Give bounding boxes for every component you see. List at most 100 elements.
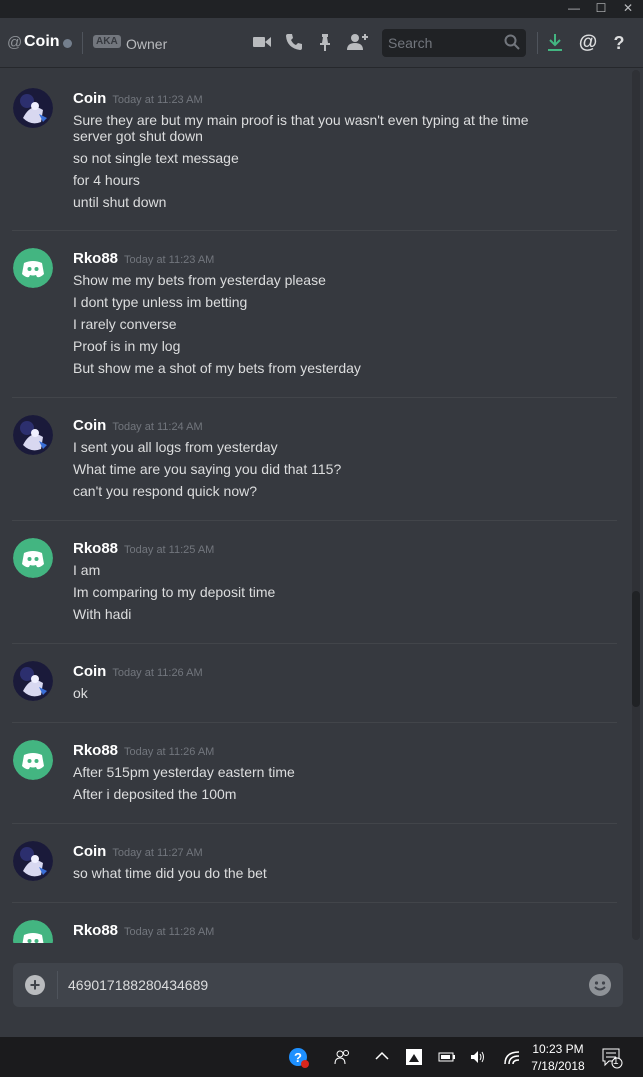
pin-icon[interactable]: [314, 32, 336, 54]
download-icon[interactable]: [544, 32, 566, 54]
message-input[interactable]: 469017188280434689: [68, 977, 208, 993]
message-line: After 515pm yesterday eastern time: [73, 764, 295, 780]
minimize-button[interactable]: —: [561, 0, 587, 18]
message-line: After i deposited the 100m: [73, 786, 237, 802]
message-line: What time are you saying you did that 11…: [73, 461, 342, 477]
author-name[interactable]: Rko88 Today at 11:28 AM: [73, 922, 214, 939]
message-line: Im comparing to my deposit time: [73, 584, 276, 600]
avatar[interactable]: [13, 661, 53, 701]
message-divider: [12, 643, 617, 644]
message-timestamp: Today at 11:23 AM: [112, 94, 203, 106]
message-timestamp: Today at 11:26 AM: [124, 746, 215, 758]
message-divider: [12, 823, 617, 824]
message-line: Show me my bets from yesterday please: [73, 272, 326, 288]
message-divider: [12, 722, 617, 723]
message-line: server got shut down: [73, 128, 203, 144]
people-icon[interactable]: [334, 1048, 352, 1070]
maximize-button[interactable]: ☐: [588, 0, 614, 18]
author-label[interactable]: Coin: [73, 843, 106, 860]
message-timestamp: Today at 11:23 AM: [124, 254, 215, 266]
phone-icon[interactable]: [283, 32, 305, 54]
title-bar: — ☐ ✕: [0, 0, 643, 18]
channel-header: @ Coin AKA Owner Search @ ?: [0, 18, 643, 68]
message-line: can't you respond quick now?: [73, 483, 258, 499]
avatar[interactable]: [13, 88, 53, 128]
message-timestamp: Today at 11:28 AM: [124, 926, 215, 938]
avatar[interactable]: [13, 740, 53, 780]
author-label[interactable]: Rko88: [73, 742, 118, 759]
header-divider-2: [537, 32, 538, 54]
message-line: until shut down: [73, 194, 167, 210]
search-icon: [504, 34, 520, 54]
message-line: Proof is in my log: [73, 338, 181, 354]
add-friend-icon[interactable]: [346, 32, 368, 54]
message-line: With hadi: [73, 606, 132, 622]
svg-text:?: ?: [294, 1050, 302, 1065]
message-list: Coin Today at 11:23 AM Sure they are but m…: [0, 68, 643, 943]
message-divider: [12, 230, 617, 231]
author-label[interactable]: Coin: [73, 90, 106, 107]
channel-name: Coin: [24, 33, 60, 50]
taskbar: ? 10:23 PM 7/18/2018 1: [0, 1037, 643, 1077]
author-name[interactable]: Rko88 Today at 11:25 AM: [73, 540, 214, 557]
message-line: Sure they are but my main proof is that …: [73, 112, 529, 128]
wifi-icon[interactable]: [503, 1048, 521, 1070]
status-icon: [63, 39, 72, 48]
message-composer[interactable]: + 469017188280434689: [13, 963, 623, 1007]
notification-count: 1: [613, 1056, 619, 1067]
close-button[interactable]: ✕: [615, 0, 641, 18]
author-name[interactable]: Rko88 Today at 11:23 AM: [73, 250, 214, 267]
clock-time: 10:23 PM: [532, 1042, 584, 1056]
message-line: I rarely converse: [73, 316, 177, 332]
aka-badge: AKA: [93, 35, 121, 48]
message-timestamp: Today at 11:25 AM: [124, 544, 215, 556]
author-name[interactable]: Coin Today at 11:24 AM: [73, 417, 203, 434]
video-icon[interactable]: [251, 32, 273, 54]
author-label[interactable]: Coin: [73, 663, 106, 680]
composer-divider: [57, 971, 58, 999]
message-timestamp: Today at 11:26 AM: [112, 667, 203, 679]
author-name[interactable]: Coin Today at 11:23 AM: [73, 90, 203, 107]
emoji-icon[interactable]: [589, 974, 611, 996]
message-line: But show me a shot of my bets from yeste…: [73, 360, 361, 376]
author-label[interactable]: Rko88: [73, 540, 118, 557]
search-placeholder: Search: [388, 35, 433, 51]
volume-icon[interactable]: [469, 1048, 487, 1070]
message-line: so not single text message: [73, 150, 239, 166]
nickname-label: Owner: [126, 36, 168, 52]
avatar[interactable]: [13, 248, 53, 288]
author-name[interactable]: Rko88 Today at 11:26 AM: [73, 742, 214, 759]
message-line: so what time did you do the bet: [73, 865, 267, 881]
message-line: ok: [73, 685, 88, 701]
avatar[interactable]: [13, 538, 53, 578]
message-line: I dont type unless im betting: [73, 294, 248, 310]
avatar[interactable]: [13, 920, 53, 943]
clock[interactable]: 10:23 PM 7/18/2018: [523, 1041, 593, 1075]
tray-app-icon[interactable]: [405, 1048, 423, 1070]
message-line: for 4 hours: [73, 172, 140, 188]
scrollbar[interactable]: [632, 70, 640, 940]
mention-icon[interactable]: @: [577, 32, 599, 54]
upload-icon[interactable]: +: [25, 975, 45, 995]
author-name[interactable]: Coin Today at 11:26 AM: [73, 663, 203, 680]
at-icon: @: [7, 34, 23, 51]
help-app-icon[interactable]: ?: [288, 1047, 310, 1073]
notifications-icon[interactable]: [601, 1047, 623, 1073]
author-name[interactable]: Coin Today at 11:27 AM: [73, 843, 203, 860]
avatar[interactable]: [13, 415, 53, 455]
author-label[interactable]: Rko88: [73, 922, 118, 939]
help-icon[interactable]: ?: [608, 32, 630, 54]
header-divider: [82, 32, 83, 54]
avatar[interactable]: [13, 841, 53, 881]
author-label[interactable]: Rko88: [73, 250, 118, 267]
message-line: I sent you all logs from yesterday: [73, 439, 278, 455]
clock-date: 7/18/2018: [531, 1059, 585, 1073]
message-divider: [12, 397, 617, 398]
message-timestamp: Today at 11:27 AM: [112, 847, 203, 859]
author-label[interactable]: Coin: [73, 417, 106, 434]
chevron-up-icon[interactable]: [374, 1048, 390, 1068]
battery-icon[interactable]: [438, 1048, 456, 1070]
message-timestamp: Today at 11:24 AM: [112, 421, 203, 433]
search-input[interactable]: Search: [382, 29, 526, 57]
scrollbar-thumb[interactable]: [632, 591, 640, 707]
